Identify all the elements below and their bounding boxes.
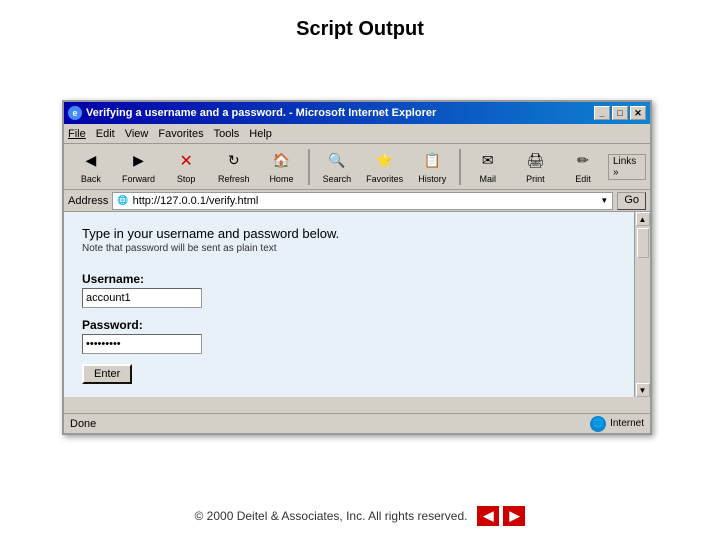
username-label: Username:	[82, 272, 632, 286]
minimize-button[interactable]: _	[594, 106, 610, 120]
back-label: Back	[81, 174, 101, 184]
stop-label: Stop	[177, 174, 196, 184]
title-bar: e Verifying a username and a password. -…	[64, 102, 650, 124]
home-icon: 🏠	[270, 150, 292, 172]
history-icon: 📋	[421, 150, 443, 172]
forward-button[interactable]: ▶ Forward	[116, 147, 162, 187]
stop-icon: ✕	[175, 150, 197, 172]
toolbar-separator-1	[308, 149, 310, 185]
print-label: Print	[526, 174, 545, 184]
form-section: Username: Password: Enter	[82, 272, 632, 384]
search-label: Search	[323, 174, 352, 184]
favorites-icon: ⭐	[374, 150, 396, 172]
go-button[interactable]: Go	[617, 192, 646, 210]
address-bar: Address 🌐 ▼ Go	[64, 190, 650, 212]
mail-label: Mail	[479, 174, 496, 184]
edit-icon: ✏	[572, 150, 594, 172]
address-label: Address	[68, 195, 108, 207]
status-text: Done	[70, 418, 96, 430]
address-input-wrap: 🌐 ▼	[112, 192, 613, 210]
title-bar-left: e Verifying a username and a password. -…	[68, 106, 436, 120]
address-dropdown-arrow[interactable]: ▼	[600, 196, 608, 205]
mail-icon: ✉	[477, 150, 499, 172]
back-icon: ◀	[80, 150, 102, 172]
footer: © 2000 Deitel & Associates, Inc. All rig…	[0, 506, 720, 526]
address-input[interactable]	[133, 195, 597, 207]
home-label: Home	[269, 174, 293, 184]
status-zone: Internet	[610, 418, 644, 429]
menu-view[interactable]: View	[125, 128, 149, 140]
links-button[interactable]: Links »	[608, 154, 646, 180]
search-icon: 🔍	[326, 150, 348, 172]
menu-file[interactable]: File	[68, 128, 86, 140]
refresh-label: Refresh	[218, 174, 250, 184]
scroll-down-button[interactable]: ▼	[636, 383, 650, 397]
menu-bar: File Edit View Favorites Tools Help	[64, 124, 650, 144]
copyright-text: © 2000 Deitel & Associates, Inc. All rig…	[195, 509, 468, 523]
content-heading: Type in your username and password below…	[82, 226, 632, 241]
next-button[interactable]: ▶	[503, 506, 525, 526]
password-label: Password:	[82, 318, 632, 332]
prev-button[interactable]: ◀	[477, 506, 499, 526]
stop-button[interactable]: ✕ Stop	[163, 147, 209, 187]
edit-label: Edit	[575, 174, 591, 184]
links-area: Links »	[608, 154, 646, 180]
history-label: History	[418, 174, 446, 184]
forward-icon: ▶	[127, 150, 149, 172]
username-input[interactable]	[82, 288, 202, 308]
menu-edit[interactable]: Edit	[96, 128, 115, 140]
menu-help[interactable]: Help	[249, 128, 272, 140]
favorites-button[interactable]: ⭐ Favorites	[362, 147, 408, 187]
home-button[interactable]: 🏠 Home	[259, 147, 305, 187]
toolbar-separator-2	[459, 149, 461, 185]
scroll-up-button[interactable]: ▲	[636, 212, 650, 226]
edit-button[interactable]: ✏ Edit	[560, 147, 606, 187]
print-icon: 🖨	[524, 150, 546, 172]
content-note: Note that password will be sent as plain…	[82, 243, 632, 254]
toolbar: ◀ Back ▶ Forward ✕ Stop ↻ Refresh 🏠 Home…	[64, 144, 650, 190]
search-button[interactable]: 🔍 Search	[314, 147, 360, 187]
scrollbar: ▲ ▼	[634, 212, 650, 397]
forward-label: Forward	[122, 174, 155, 184]
footer-nav: ◀ ▶	[477, 506, 525, 526]
close-button[interactable]: ✕	[630, 106, 646, 120]
page-title: Script Output	[0, 0, 720, 51]
content-area: ▲ ▼ Type in your username and password b…	[64, 212, 650, 397]
menu-favorites[interactable]: Favorites	[158, 128, 203, 140]
refresh-button[interactable]: ↻ Refresh	[211, 147, 257, 187]
browser-window: e Verifying a username and a password. -…	[62, 100, 652, 435]
favorites-label: Favorites	[366, 174, 403, 184]
print-button[interactable]: 🖨 Print	[513, 147, 559, 187]
menu-tools[interactable]: Tools	[214, 128, 240, 140]
status-globe-icon: 🌐	[590, 416, 606, 432]
mail-button[interactable]: ✉ Mail	[465, 147, 511, 187]
window-title: Verifying a username and a password. - M…	[86, 107, 436, 119]
back-button[interactable]: ◀ Back	[68, 147, 114, 187]
status-bar: Done 🌐 Internet	[64, 413, 650, 433]
password-input[interactable]	[82, 334, 202, 354]
history-button[interactable]: 📋 History	[409, 147, 455, 187]
enter-button[interactable]: Enter	[82, 364, 132, 384]
address-favicon: 🌐	[117, 195, 128, 206]
maximize-button[interactable]: □	[612, 106, 628, 120]
refresh-icon: ↻	[223, 150, 245, 172]
scroll-thumb[interactable]	[637, 228, 649, 258]
status-right: 🌐 Internet	[590, 416, 644, 432]
browser-icon: e	[68, 106, 82, 120]
title-bar-buttons: _ □ ✕	[594, 106, 646, 120]
